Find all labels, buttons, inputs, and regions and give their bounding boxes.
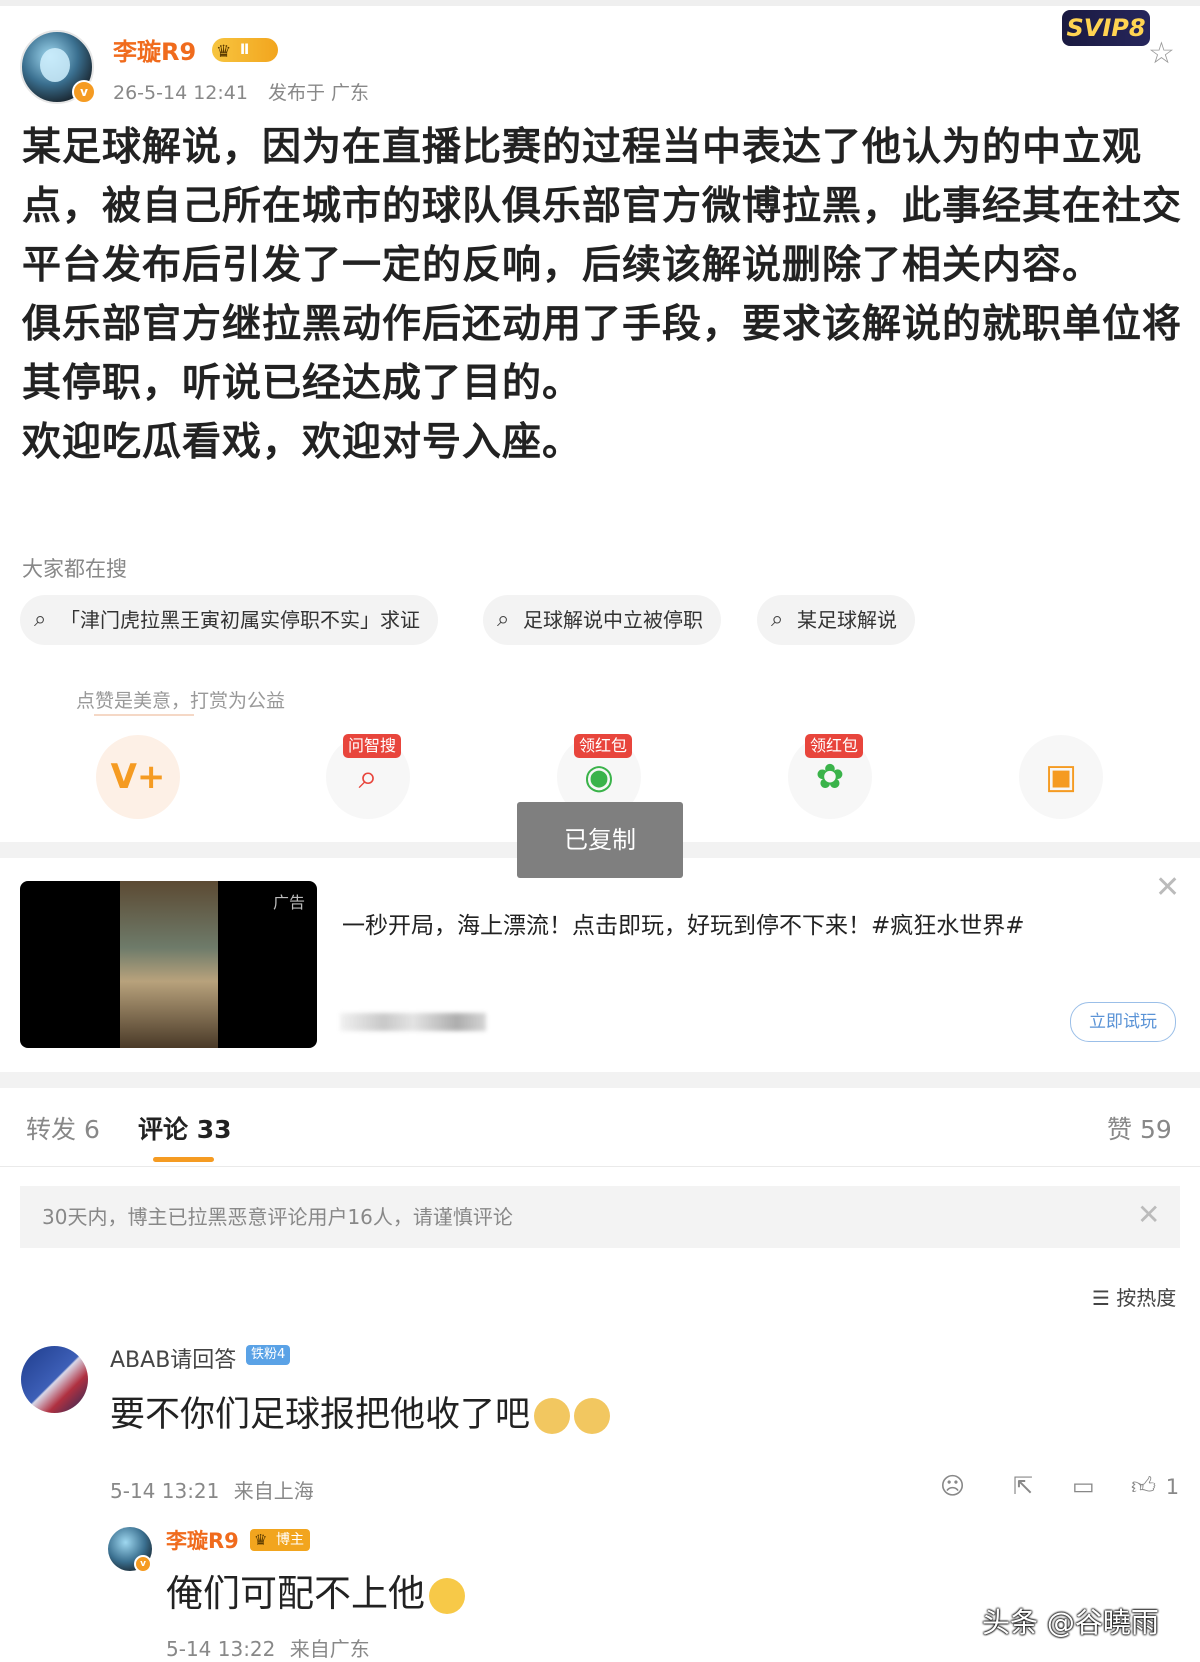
tab-comments[interactable]: 评论 33	[138, 1110, 232, 1146]
reply-body: 俺们可配不上他	[166, 1572, 425, 1615]
reply-author-avatar[interactable]: v	[108, 1527, 152, 1573]
wechat-icon: ◉	[584, 757, 614, 797]
thumbs-up-icon: 👍︎	[1131, 1472, 1157, 1500]
dislike-icon[interactable]: ☹	[940, 1472, 965, 1500]
chip-label: 某足球解说	[797, 608, 897, 632]
close-icon[interactable]: ✕	[1137, 1198, 1160, 1231]
laughing-emoji-icon	[429, 1577, 465, 1614]
hot-search-title: 大家都在搜	[22, 557, 127, 581]
hot-search-chip[interactable]: ⌕ 某足球解说	[757, 595, 915, 645]
try-now-button[interactable]: 立即试玩	[1070, 1002, 1176, 1042]
sort-label: 按热度	[1116, 1286, 1177, 1310]
sort-button[interactable]: ☰ 按热度	[1092, 1282, 1176, 1311]
comment-location: 来自上海	[233, 1479, 314, 1503]
game-screenshot	[120, 881, 218, 1048]
image-download-icon: ▣	[1044, 757, 1078, 797]
save-image-button[interactable]: ▣	[1019, 735, 1103, 819]
share-icon[interactable]: ⇱	[1013, 1472, 1033, 1500]
section-divider	[0, 1072, 1200, 1088]
author-badge-text: 博主	[276, 1532, 304, 1548]
v-plus-icon: V+	[110, 757, 166, 797]
author-avatar[interactable]: v	[20, 30, 96, 104]
red-packet-tag: 领红包	[805, 734, 864, 758]
post-meta: 26-5-14 12:41 发布于 广东	[113, 78, 369, 105]
commenter-avatar[interactable]	[21, 1346, 88, 1413]
search-icon: ⌕	[497, 607, 510, 632]
tab-repost[interactable]: 转发 6	[26, 1110, 100, 1146]
ad-text[interactable]: 一秒开局，海上漂流！点击即玩，好玩到停不下来！#疯狂水世界#	[342, 906, 1025, 940]
crown-icon: ♛	[216, 42, 232, 62]
commenter-name[interactable]: ABAB请回答	[110, 1342, 236, 1374]
ad-image[interactable]: 广告	[20, 881, 317, 1048]
sort-icon: ☰	[1092, 1286, 1110, 1310]
author-name[interactable]: 李璇R9	[113, 32, 196, 67]
blocked-notice: 30天内，博主已拉黑恶意评论用户16人，请谨慎评论	[20, 1186, 1180, 1248]
svip-badge: SVIP8	[1062, 10, 1150, 46]
reply-author-name[interactable]: 李璇R9	[166, 1525, 239, 1555]
moments-icon: ✿	[815, 757, 845, 797]
tab-divider	[0, 1166, 1200, 1167]
ad-blurred-source	[340, 1013, 486, 1031]
reply-location: 来自广东	[289, 1637, 370, 1661]
active-tab-indicator	[153, 1157, 214, 1162]
member-level-badge[interactable]: ♛ Ⅱ	[212, 38, 278, 62]
search-icon: ⌕	[34, 607, 47, 632]
doge-emoji-icon	[574, 1398, 611, 1434]
crown-icon: ♛	[254, 1531, 268, 1549]
verified-badge-icon: v	[72, 80, 96, 104]
post-time: 26-5-14 12:41	[113, 82, 248, 104]
red-packet-tag: 领红包	[574, 734, 633, 758]
comment-text: 要不你们足球报把他收了吧	[110, 1386, 611, 1437]
chip-label: 足球解说中立被停职	[523, 608, 703, 632]
chip-label: 「津门虎拉黑王寅初属实停职不实」求证	[60, 608, 420, 632]
tip-pointer	[94, 714, 194, 716]
reply-text: 俺们可配不上他	[166, 1563, 465, 1617]
comment-meta: 5-14 13:21 来自上海	[110, 1475, 314, 1504]
top-strip	[0, 0, 1200, 6]
tab-likes[interactable]: 赞 59	[1107, 1110, 1172, 1146]
post-location: 发布于 广东	[268, 82, 370, 104]
verified-badge-icon: v	[134, 1555, 152, 1573]
avatar-face	[40, 48, 70, 82]
comment-time: 5-14 13:21	[110, 1479, 220, 1503]
close-icon[interactable]: ✕	[1155, 870, 1180, 905]
doge-emoji-icon	[534, 1398, 571, 1434]
copied-toast: 已复制	[517, 802, 683, 878]
level-text: Ⅱ	[240, 42, 250, 58]
reply-meta: 5-14 13:22 来自广东	[166, 1633, 370, 1662]
like-count: 1	[1165, 1475, 1180, 1499]
magnifier-icon: ⌕	[358, 757, 378, 797]
reply-icon[interactable]: ▭	[1072, 1472, 1095, 1500]
reward-v-button[interactable]: V+	[96, 735, 180, 819]
hot-search-chip[interactable]: ⌕ 足球解说中立被停职	[483, 595, 721, 645]
comment-body: 要不你们足球报把他收了吧	[110, 1395, 531, 1435]
watermark: 头条 @谷曉雨	[982, 1606, 1159, 1639]
favorite-star-icon[interactable]: ☆	[1148, 36, 1175, 71]
fan-badge: 铁粉4	[246, 1345, 291, 1365]
post-content: 某足球解说，因为在直播比赛的过程当中表达了他认为的中立观点，被自己所在城市的球队…	[22, 125, 1183, 465]
author-badge: ♛ 博主	[250, 1529, 310, 1551]
like-button[interactable]: 👍︎ 1	[1131, 1472, 1179, 1501]
reply-time: 5-14 13:22	[166, 1637, 276, 1661]
search-icon: ⌕	[771, 607, 784, 632]
ad-tag: 广告	[272, 893, 305, 912]
ask-search-tag: 问智搜	[343, 734, 402, 758]
hot-search-chip[interactable]: ⌕ 「津门虎拉黑王寅初属实停职不实」求证	[20, 595, 438, 645]
tip-label: 点赞是美意，打赏为公益	[76, 690, 286, 712]
